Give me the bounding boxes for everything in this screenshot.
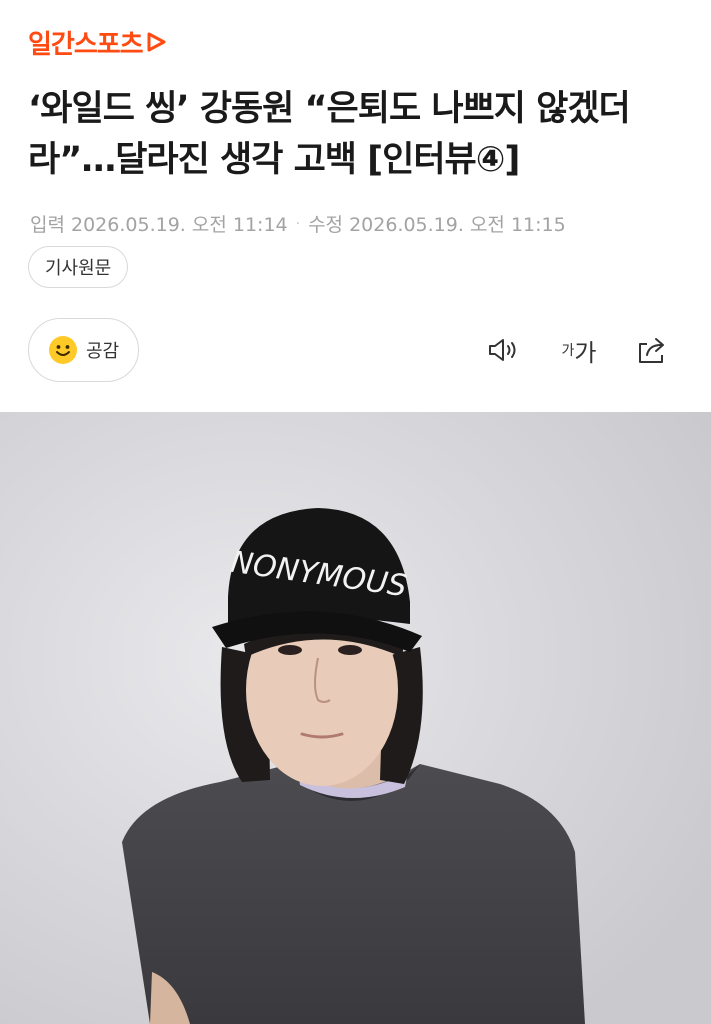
font-size-large-glyph: 가 [574, 338, 597, 367]
original-article-button[interactable]: 기사원문 [28, 246, 129, 288]
like-label: 공감 [85, 341, 120, 362]
article-meta: 입력 2026.05.19. 오전 11:14 · 수정 2026.05.19.… [30, 210, 566, 237]
modified-date: 수정 2026.05.19. 오전 11:15 [308, 214, 566, 236]
article-header: 일간스포츠 ‘와일드 씽’ 강동원 “은퇴도 나쁘지 않겠더라”…달라진 생각 … [0, 0, 711, 412]
article-photo: NONYMOUS [0, 412, 711, 1024]
article-title: ‘와일드 씽’ 강동원 “은퇴도 나쁘지 않겠더라”…달라진 생각 고백 [인터… [28, 89, 631, 180]
portrait-image: NONYMOUS [0, 412, 711, 1024]
original-article-label: 기사원문 [45, 258, 112, 279]
logo-text: 일간스포츠 [28, 29, 144, 60]
like-button[interactable]: 공감 [28, 318, 139, 382]
speaker-icon [489, 339, 516, 361]
publisher-logo[interactable]: 일간스포츠 [28, 24, 167, 60]
font-size-small-glyph: 가 [561, 343, 575, 359]
share-button[interactable] [632, 332, 672, 368]
play-arrow-icon [147, 32, 166, 52]
font-size-button[interactable]: 가 가 [556, 332, 602, 368]
published-date: 입력 2026.05.19. 오전 11:14 [30, 214, 288, 236]
smiley-face-icon [48, 336, 77, 364]
audio-button[interactable] [484, 332, 524, 368]
share-icon [639, 338, 664, 363]
meta-separator: · [295, 215, 301, 232]
